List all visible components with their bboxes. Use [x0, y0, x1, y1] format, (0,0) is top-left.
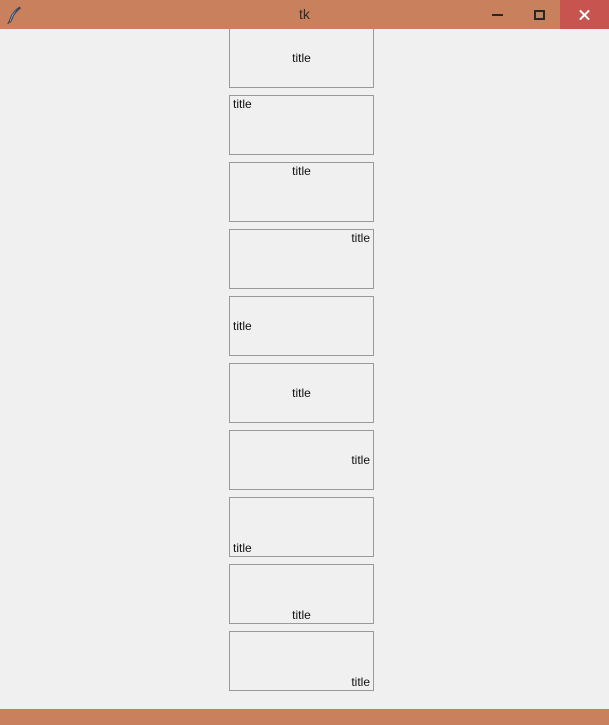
label-frame: title [229, 162, 374, 222]
label-frame-title: title [351, 675, 370, 689]
label-frame: title [229, 363, 374, 423]
label-frame: title [229, 430, 374, 490]
label-frame-title: title [292, 608, 311, 622]
label-frame: title [229, 564, 374, 624]
close-icon [578, 8, 591, 21]
minimize-icon [491, 13, 503, 16]
label-frame-list: title title title title title title title title… [229, 29, 374, 698]
minimize-button[interactable] [476, 0, 518, 29]
client-area: title title title title title title title title… [0, 29, 609, 709]
label-frame-title: title [351, 453, 370, 467]
label-frame-title: title [292, 386, 311, 400]
label-frame-title: title [351, 231, 370, 245]
title-bar[interactable]: tk [0, 0, 609, 29]
label-frame: title [229, 296, 374, 356]
label-frame-title: title [233, 541, 252, 555]
label-frame-title: title [292, 51, 311, 65]
close-button[interactable] [560, 0, 609, 29]
maximize-icon [533, 9, 545, 20]
label-frame: title [229, 631, 374, 691]
label-frame-title: title [233, 97, 252, 111]
label-frame: title [229, 497, 374, 557]
maximize-button[interactable] [518, 0, 560, 29]
label-frame: title [229, 29, 374, 88]
label-frame-title: title [233, 319, 252, 333]
label-frame: title [229, 229, 374, 289]
window-controls [476, 0, 609, 29]
tk-window: tk title title title title title title title ti… [0, 0, 609, 725]
label-frame-title: title [292, 164, 311, 178]
tk-feather-icon [2, 2, 28, 28]
window-bottom-edge [0, 717, 609, 725]
label-frame: title [229, 95, 374, 155]
